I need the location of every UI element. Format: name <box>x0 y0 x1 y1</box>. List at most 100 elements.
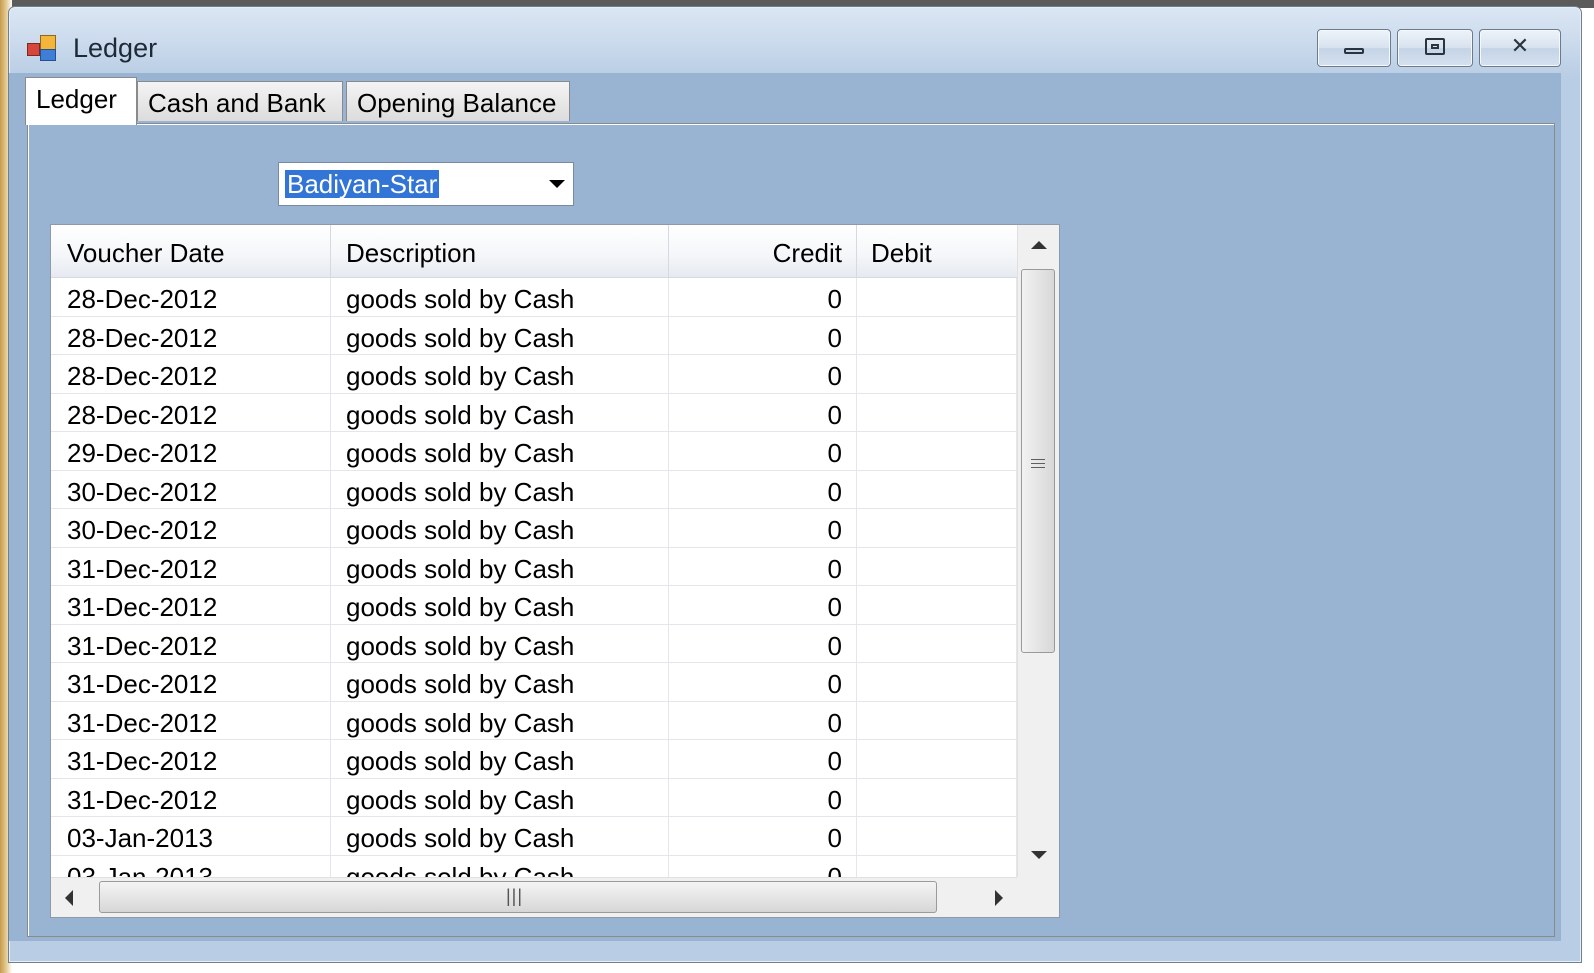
cell-credit[interactable]: 0 <box>669 740 857 778</box>
cell-voucher-date[interactable]: 28-Dec-2012 <box>51 355 331 393</box>
table-row[interactable]: 31-Dec-2012 goods sold by Cash 0 <box>51 663 1017 702</box>
cell-credit[interactable]: 0 <box>669 586 857 624</box>
cell-credit[interactable]: 0 <box>669 778 857 817</box>
cell-voucher-date[interactable]: 28-Dec-2012 <box>51 316 331 355</box>
cell-debit[interactable] <box>857 393 1017 432</box>
cell-credit[interactable]: 0 <box>669 855 857 878</box>
cell-credit[interactable]: 0 <box>669 509 857 547</box>
table-row[interactable]: 03-Jan-2013 goods sold by Cash 0 <box>51 855 1017 878</box>
account-select-value[interactable]: Badiyan-Star <box>285 170 440 198</box>
horizontal-scroll-thumb[interactable]: ||| <box>99 881 937 913</box>
vertical-scroll-thumb[interactable]: — — — <box>1021 269 1055 653</box>
table-row[interactable]: 30-Dec-2012 goods sold by Cash 0 <box>51 470 1017 509</box>
cell-description[interactable]: goods sold by Cash <box>331 663 669 701</box>
cell-description[interactable]: goods sold by Cash <box>331 740 669 778</box>
cell-debit[interactable] <box>857 778 1017 817</box>
cell-voucher-date[interactable]: 30-Dec-2012 <box>51 470 331 509</box>
cell-description[interactable]: goods sold by Cash <box>331 278 669 316</box>
column-header-voucher-date[interactable]: Voucher Date <box>51 225 331 277</box>
tab-ledger[interactable]: Ledger <box>25 77 137 125</box>
maximize-button[interactable] <box>1397 29 1473 67</box>
cell-voucher-date[interactable]: 29-Dec-2012 <box>51 432 331 470</box>
cell-voucher-date[interactable]: 31-Dec-2012 <box>51 624 331 663</box>
table-row[interactable]: 31-Dec-2012 goods sold by Cash 0 <box>51 624 1017 663</box>
scroll-right-arrow-icon[interactable] <box>995 890 1003 906</box>
cell-debit[interactable] <box>857 316 1017 355</box>
cell-voucher-date[interactable]: 31-Dec-2012 <box>51 740 331 778</box>
cell-voucher-date[interactable]: 28-Dec-2012 <box>51 278 331 316</box>
table-row[interactable]: 31-Dec-2012 goods sold by Cash 0 <box>51 586 1017 625</box>
cell-description[interactable]: goods sold by Cash <box>331 509 669 547</box>
table-row[interactable]: 28-Dec-2012 goods sold by Cash 0 <box>51 316 1017 355</box>
vertical-scrollbar[interactable]: — — — <box>1017 225 1059 877</box>
minimize-button[interactable] <box>1317 29 1391 67</box>
cell-description[interactable]: goods sold by Cash <box>331 586 669 624</box>
cell-voucher-date[interactable]: 30-Dec-2012 <box>51 509 331 547</box>
column-header-credit[interactable]: Credit <box>669 225 857 277</box>
cell-debit[interactable] <box>857 740 1017 778</box>
column-header-description[interactable]: Description <box>331 225 669 277</box>
cell-credit[interactable]: 0 <box>669 624 857 663</box>
cell-debit[interactable] <box>857 509 1017 547</box>
horizontal-scrollbar[interactable]: ||| <box>51 877 1017 917</box>
cell-credit[interactable]: 0 <box>669 355 857 393</box>
cell-credit[interactable]: 0 <box>669 701 857 740</box>
cell-credit[interactable]: 0 <box>669 547 857 586</box>
cell-description[interactable]: goods sold by Cash <box>331 316 669 355</box>
title-bar[interactable]: Ledger ✕ <box>9 7 1581 77</box>
table-row[interactable]: 28-Dec-2012 goods sold by Cash 0 <box>51 393 1017 432</box>
cell-credit[interactable]: 0 <box>669 817 857 855</box>
cell-credit[interactable]: 0 <box>669 470 857 509</box>
table-row[interactable]: 31-Dec-2012 goods sold by Cash 0 <box>51 740 1017 779</box>
cell-debit[interactable] <box>857 278 1017 316</box>
cell-voucher-date[interactable]: 31-Dec-2012 <box>51 663 331 701</box>
cell-description[interactable]: goods sold by Cash <box>331 624 669 663</box>
cell-debit[interactable] <box>857 586 1017 624</box>
cell-debit[interactable] <box>857 663 1017 701</box>
column-header-debit[interactable]: Debit <box>857 225 1017 277</box>
table-row[interactable]: 31-Dec-2012 goods sold by Cash 0 <box>51 778 1017 817</box>
cell-credit[interactable]: 0 <box>669 432 857 470</box>
cell-credit[interactable]: 0 <box>669 663 857 701</box>
scroll-left-arrow-icon[interactable] <box>65 890 73 906</box>
cell-credit[interactable]: 0 <box>669 278 857 316</box>
dropdown-arrow-icon[interactable] <box>549 180 565 188</box>
account-select[interactable]: Badiyan-Star <box>278 162 574 206</box>
cell-description[interactable]: goods sold by Cash <box>331 855 669 878</box>
table-row[interactable]: 28-Dec-2012 goods sold by Cash 0 <box>51 278 1017 317</box>
table-row[interactable]: 31-Dec-2012 goods sold by Cash 0 <box>51 547 1017 586</box>
scroll-up-button[interactable] <box>1018 225 1059 265</box>
cell-description[interactable]: goods sold by Cash <box>331 701 669 740</box>
cell-description[interactable]: goods sold by Cash <box>331 393 669 432</box>
scroll-down-button[interactable] <box>1018 837 1059 877</box>
cell-debit[interactable] <box>857 624 1017 663</box>
cell-voucher-date[interactable]: 03-Jan-2013 <box>51 855 331 878</box>
table-row[interactable]: 28-Dec-2012 goods sold by Cash 0 <box>51 355 1017 394</box>
cell-debit[interactable] <box>857 855 1017 878</box>
cell-debit[interactable] <box>857 355 1017 393</box>
cell-description[interactable]: goods sold by Cash <box>331 547 669 586</box>
cell-voucher-date[interactable]: 28-Dec-2012 <box>51 393 331 432</box>
cell-debit[interactable] <box>857 701 1017 740</box>
cell-debit[interactable] <box>857 547 1017 586</box>
tab-opening-balance[interactable]: Opening Balance <box>346 81 570 121</box>
cell-description[interactable]: goods sold by Cash <box>331 470 669 509</box>
cell-description[interactable]: goods sold by Cash <box>331 432 669 470</box>
cell-credit[interactable]: 0 <box>669 393 857 432</box>
cell-description[interactable]: goods sold by Cash <box>331 778 669 817</box>
cell-debit[interactable] <box>857 432 1017 470</box>
cell-debit[interactable] <box>857 817 1017 855</box>
cell-voucher-date[interactable]: 31-Dec-2012 <box>51 778 331 817</box>
table-row[interactable]: 03-Jan-2013 goods sold by Cash 0 <box>51 817 1017 856</box>
cell-voucher-date[interactable]: 31-Dec-2012 <box>51 586 331 624</box>
cell-voucher-date[interactable]: 03-Jan-2013 <box>51 817 331 855</box>
cell-voucher-date[interactable]: 31-Dec-2012 <box>51 547 331 586</box>
cell-description[interactable]: goods sold by Cash <box>331 817 669 855</box>
cell-credit[interactable]: 0 <box>669 316 857 355</box>
cell-description[interactable]: goods sold by Cash <box>331 355 669 393</box>
tab-cash-and-bank[interactable]: Cash and Bank <box>137 81 343 121</box>
cell-voucher-date[interactable]: 31-Dec-2012 <box>51 701 331 740</box>
table-row[interactable]: 30-Dec-2012 goods sold by Cash 0 <box>51 509 1017 548</box>
cell-debit[interactable] <box>857 470 1017 509</box>
table-row[interactable]: 31-Dec-2012 goods sold by Cash 0 <box>51 701 1017 740</box>
